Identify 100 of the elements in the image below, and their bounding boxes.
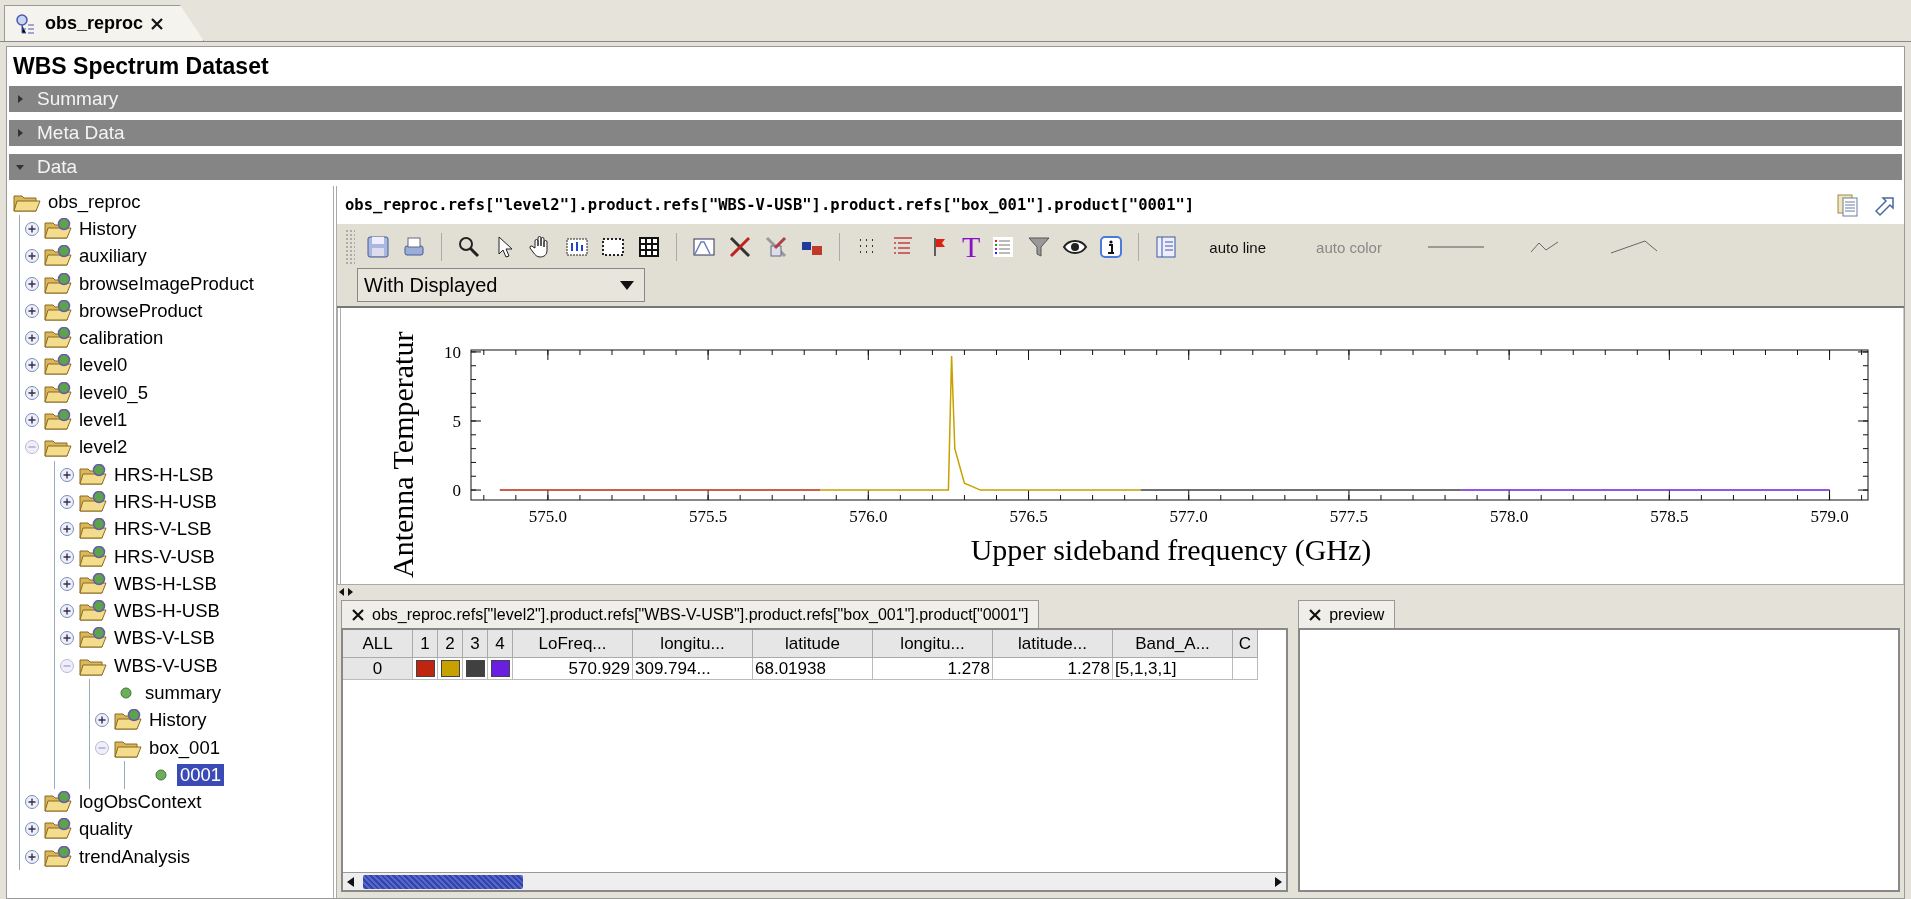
expander[interactable]	[24, 302, 40, 319]
x-tick-label: 575.0	[528, 507, 567, 526]
tree-item[interactable]: History	[76, 217, 140, 240]
info-icon[interactable]	[1098, 234, 1125, 260]
tree-item[interactable]: auxiliary	[76, 245, 150, 268]
y-tick-label: 10	[444, 342, 461, 362]
table-cell: 1.278	[993, 658, 1113, 680]
splitter-arrows-icon[interactable]	[339, 587, 353, 596]
x-tick-label: 576.0	[849, 507, 888, 526]
product-folder-icon	[44, 381, 72, 404]
tree-item[interactable]: obs_reproc	[45, 190, 144, 213]
expander[interactable]	[59, 493, 75, 510]
tree-item[interactable]: level0	[76, 354, 131, 377]
expander[interactable]	[24, 275, 40, 292]
x-tick-label: 577.5	[1329, 507, 1369, 526]
expander[interactable]	[59, 575, 75, 592]
expander[interactable]	[24, 248, 40, 265]
column-header[interactable]: 3	[463, 630, 488, 658]
column-header[interactable]: 4	[488, 630, 513, 658]
display-dropdown[interactable]: With Displayed	[357, 268, 645, 302]
tree-item[interactable]: level1	[76, 409, 131, 431]
text-tool[interactable]: T	[962, 232, 981, 262]
preview-tab[interactable]: preview	[1298, 600, 1396, 628]
product-folder-icon	[44, 354, 72, 377]
toolbar-grip[interactable]	[345, 229, 355, 265]
column-header[interactable]: ALL	[343, 630, 413, 658]
tree-item[interactable]: summary	[142, 682, 225, 704]
product-folder-icon	[44, 845, 72, 868]
tree-item[interactable]: browseProduct	[76, 299, 206, 322]
column-header[interactable]: 1	[413, 630, 438, 658]
tree-item[interactable]: WBS-V-LSB	[111, 627, 218, 650]
expander[interactable]	[24, 384, 40, 401]
expander[interactable]	[59, 603, 75, 620]
expander[interactable]	[24, 848, 40, 865]
tree-item[interactable]: trendAnalysis	[76, 845, 194, 868]
horizontal-scrollbar[interactable]	[343, 872, 1287, 890]
expander[interactable]	[24, 220, 40, 237]
tree-item[interactable]: WBS-V-USB	[111, 654, 221, 677]
expander[interactable]	[24, 357, 40, 374]
peak-line-icon[interactable]	[1609, 239, 1660, 255]
filter-icon[interactable]	[1026, 234, 1053, 260]
close-icon[interactable]	[151, 17, 164, 30]
column-header[interactable]: Band_A...	[1113, 630, 1233, 658]
tree-item[interactable]: calibration	[76, 327, 167, 350]
tree-item[interactable]: level2	[76, 436, 131, 459]
tree-item[interactable]: logObsContext	[76, 791, 205, 814]
tree-item[interactable]: WBS-H-USB	[111, 600, 223, 623]
tools-icon[interactable]	[727, 234, 753, 260]
tree-item[interactable]: 0001	[177, 763, 225, 786]
product-folder-icon	[114, 709, 142, 732]
save-icon[interactable]	[365, 234, 391, 260]
column-header[interactable]: 2	[438, 630, 463, 658]
close-icon[interactable]	[352, 608, 364, 621]
tree-item[interactable]: quality	[76, 818, 136, 841]
column-header[interactable]: longitu...	[873, 630, 993, 658]
search-icon[interactable]	[456, 234, 482, 260]
tree-item[interactable]: level0_5	[76, 381, 151, 404]
tools-icon[interactable]	[763, 234, 789, 260]
product-folder-icon	[79, 572, 107, 595]
tree-item[interactable]: box_001	[146, 736, 223, 759]
tree-item[interactable]: HRS-V-USB	[111, 545, 218, 568]
column-header[interactable]: longitu...	[633, 630, 753, 658]
toolbar-label[interactable]: auto line	[1209, 238, 1267, 256]
expander[interactable]	[24, 821, 40, 838]
editor-tab[interactable]: obs_reproc	[4, 5, 205, 41]
row-header[interactable]: 0	[343, 658, 413, 680]
product-folder-icon	[44, 245, 72, 268]
table-tab[interactable]: obs_reproc.refs["level2"].product.refs["WBS-V-USB"].product.refs["box_001"].product["0001"]	[341, 600, 1040, 628]
tree-item[interactable]: WBS-H-LSB	[111, 572, 220, 595]
expander[interactable]	[59, 466, 75, 483]
column-header[interactable]: LoFreq...	[513, 630, 633, 658]
tree-item[interactable]: HRS-V-LSB	[111, 518, 215, 541]
tree-item[interactable]: HRS-H-USB	[111, 490, 220, 513]
product-folder-icon	[44, 272, 72, 295]
table-cell: [5,1,3,1]	[1113, 658, 1233, 680]
expander[interactable]	[24, 412, 40, 428]
dataset-title: WBS Spectrum Dataset	[12, 52, 270, 81]
expander[interactable]	[94, 712, 110, 729]
tree-item[interactable]: History	[146, 709, 210, 732]
product-folder-icon	[44, 217, 72, 240]
table-cell: 570.929	[513, 658, 633, 680]
y-axis-label: Antenna Temperatur	[386, 331, 419, 578]
x-tick-label: 578.5	[1650, 507, 1689, 526]
expander[interactable]	[24, 794, 40, 811]
expander[interactable]	[24, 330, 40, 347]
grid-icon[interactable]	[636, 234, 662, 260]
column-header[interactable]: C	[1233, 630, 1258, 658]
column-header[interactable]: latitude	[753, 630, 873, 658]
product-folder-icon	[79, 463, 107, 486]
close-icon[interactable]	[1309, 608, 1322, 621]
table-cell: 68.01938	[753, 658, 873, 680]
table-cell: 309.794...	[633, 658, 753, 680]
expander[interactable]	[59, 548, 75, 565]
zigzag-line-icon[interactable]	[1529, 240, 1560, 254]
expander[interactable]	[59, 521, 75, 538]
dataset-icon	[15, 12, 37, 35]
expander[interactable]	[59, 630, 75, 647]
tree-item[interactable]: HRS-H-LSB	[111, 463, 217, 486]
column-header[interactable]: latitude...	[993, 630, 1113, 658]
tree-item[interactable]: browseImageProduct	[76, 272, 257, 295]
